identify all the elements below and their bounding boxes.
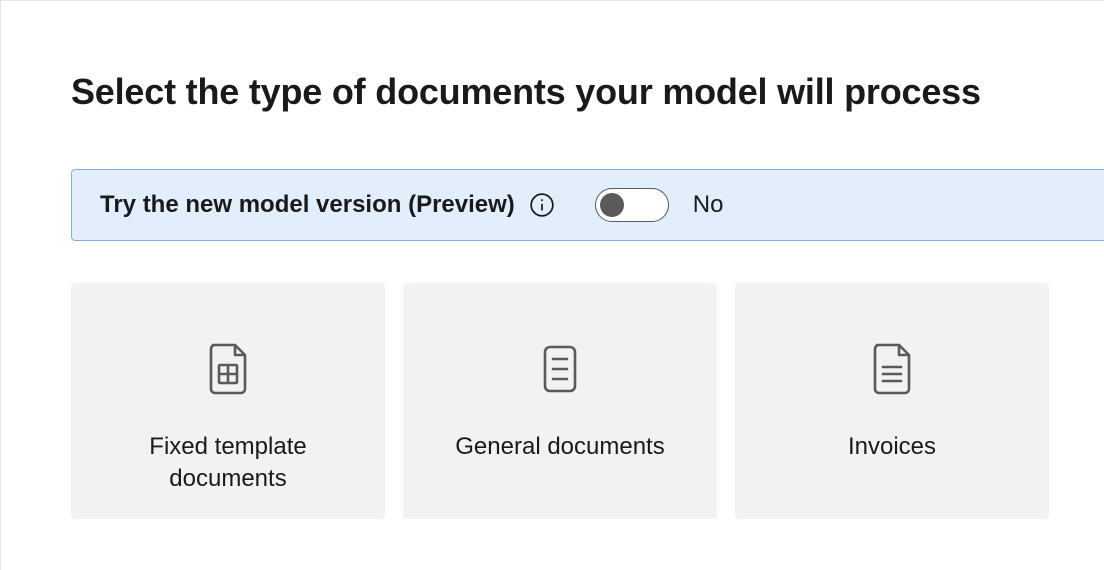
- preview-banner: Try the new model version (Preview) No: [71, 169, 1104, 241]
- card-invoices[interactable]: Invoices: [735, 283, 1049, 519]
- card-label: General documents: [431, 431, 688, 463]
- card-general-documents[interactable]: General documents: [403, 283, 717, 519]
- document-list-icon: [537, 341, 583, 397]
- document-table-icon: [205, 341, 251, 397]
- preview-label: Try the new model version (Preview): [100, 191, 515, 219]
- card-label: Invoices: [824, 431, 960, 463]
- card-fixed-template[interactable]: Fixed template documents: [71, 283, 385, 519]
- info-icon[interactable]: [529, 192, 555, 218]
- toggle-value-label: No: [693, 191, 724, 219]
- document-invoice-icon: [869, 341, 915, 397]
- toggle-knob: [600, 193, 624, 217]
- preview-toggle[interactable]: [595, 188, 669, 222]
- card-label: Fixed template documents: [71, 431, 385, 496]
- page-title: Select the type of documents your model …: [71, 71, 1104, 113]
- document-type-cards: Fixed template documents General documen…: [71, 283, 1104, 519]
